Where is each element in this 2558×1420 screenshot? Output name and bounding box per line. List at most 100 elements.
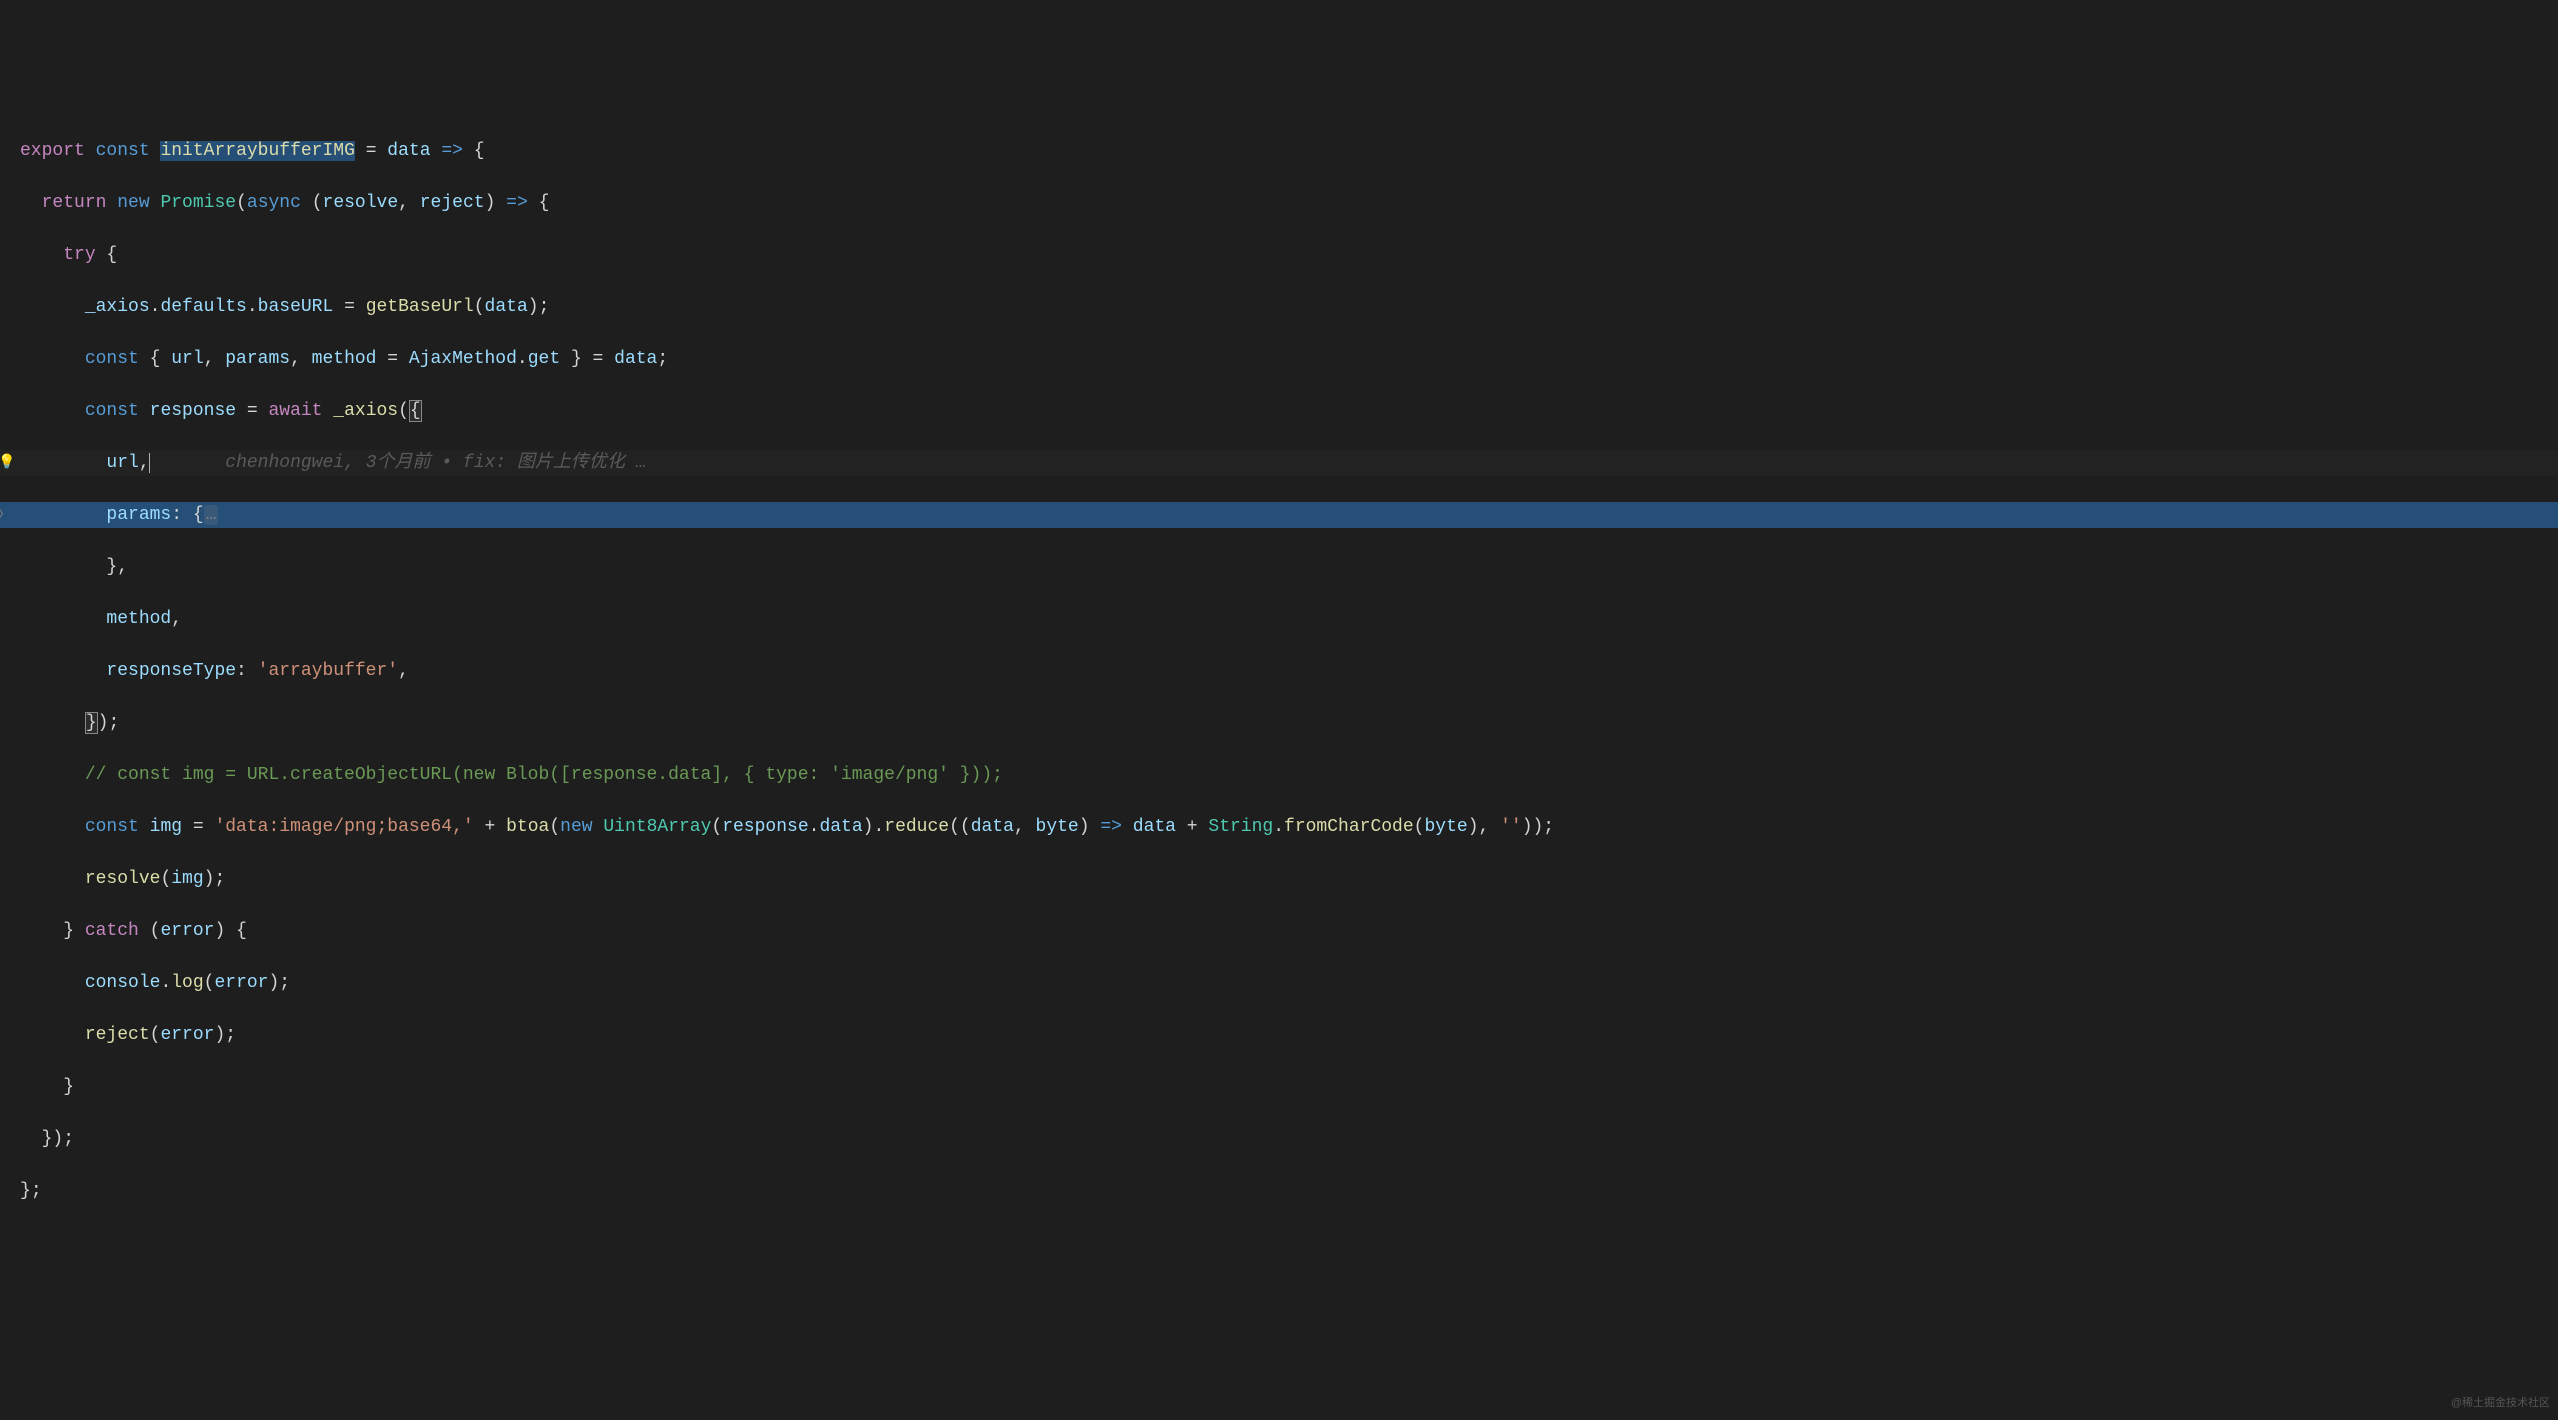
function-call: getBaseUrl [366,297,474,317]
variable: data [485,297,528,317]
paren: ( [549,817,560,837]
indent [20,1077,63,1097]
paren: ) [214,921,236,941]
arrow: => [506,193,528,213]
code-line[interactable]: } catch (error) { [0,918,2558,944]
code-line[interactable]: console.log(error); [0,970,2558,996]
brace: { [139,349,171,369]
indent [20,453,106,473]
dot: . [247,297,258,317]
brace: } [42,1129,53,1149]
indent [20,193,42,213]
paren: ), [1468,817,1500,837]
variable: data [614,349,657,369]
space [139,817,150,837]
indent [20,765,85,785]
indent [20,1025,85,1045]
dot: . [160,973,171,993]
parameter: resolve [323,193,399,213]
code-line[interactable]: const img = 'data:image/png;base64,' + b… [0,814,2558,840]
keyword-const: const [85,401,139,421]
paren: )); [1522,817,1554,837]
keyword-const: const [85,349,139,369]
code-line[interactable]: const { url, params, method = AjaxMethod… [0,346,2558,372]
property: url [106,453,138,473]
paren: ( [236,193,247,213]
function-call: btoa [506,817,549,837]
brace: { [96,245,118,265]
code-line[interactable]: reject(error); [0,1022,2558,1048]
code-line[interactable]: } [0,1074,2558,1100]
fold-ellipsis[interactable]: … [204,505,219,525]
keyword-catch: catch [85,921,139,941]
indent [20,297,85,317]
arrow: => [1100,817,1122,837]
spacing [150,453,226,473]
indent [20,713,85,733]
indent [20,609,106,629]
function-call: reduce [884,817,949,837]
dot: . [873,817,884,837]
code-line-highlighted[interactable]: 〉 params: {… [0,502,2558,528]
paren: ) [1079,817,1101,837]
space [1122,817,1133,837]
code-line[interactable]: resolve(img); [0,866,2558,892]
operator: = [355,141,387,161]
property: baseURL [258,297,334,317]
paren: ) [204,869,215,889]
brace-match: } [85,712,98,734]
code-line[interactable]: method, [0,606,2558,632]
code-line-active[interactable]: 💡 url, chenhongwei, 3个月前 • fix: 图片上传优化 … [0,450,2558,476]
indent [20,557,106,577]
indent [20,349,85,369]
brace: } [20,1181,31,1201]
keyword-const: const [96,141,150,161]
brace: } [106,557,117,577]
code-line[interactable]: return new Promise(async (resolve, rejec… [0,190,2558,216]
git-blame-annotation[interactable]: chenhongwei, 3个月前 • fix: 图片上传优化 … [225,453,646,473]
paren: ) [528,297,539,317]
code-line[interactable]: }; [0,1178,2558,1204]
chevron-right-icon[interactable]: 〉 [0,502,10,528]
paren: (( [949,817,971,837]
code-line[interactable]: }); [0,710,2558,736]
dot: . [150,297,161,317]
indent [20,661,106,681]
function-call: resolve [85,869,161,889]
indent [20,245,63,265]
colon: : [236,661,258,681]
property: data [819,817,862,837]
code-line[interactable]: responseType: 'arraybuffer', [0,658,2558,684]
parameter: error [160,921,214,941]
string-literal: '' [1500,817,1522,837]
keyword-export: export [20,141,85,161]
comma: , [117,557,128,577]
paren: ) [863,817,874,837]
semicolon: ; [279,973,290,993]
paren: ) [214,1025,225,1045]
code-line[interactable]: const response = await _axios({ [0,398,2558,424]
paren: ( [474,297,485,317]
keyword-new: new [560,817,592,837]
brace: } [63,921,74,941]
class-name: Uint8Array [603,817,711,837]
brace: { [528,193,550,213]
lightbulb-icon[interactable]: 💡 [0,450,15,476]
code-line[interactable]: export const initArraybufferIMG = data =… [0,138,2558,164]
class-name: String [1208,817,1273,837]
code-line[interactable]: _axios.defaults.baseURL = getBaseUrl(dat… [0,294,2558,320]
code-editor[interactable]: export const initArraybufferIMG = data =… [0,104,2558,1238]
indent [20,869,85,889]
paren: ) [98,713,109,733]
keyword-new: new [117,193,149,213]
property: responseType [106,661,236,681]
paren: ) [268,973,279,993]
variable: url [171,349,203,369]
indent [20,505,106,525]
code-line[interactable]: try { [0,242,2558,268]
paren: ( [301,193,323,213]
code-line[interactable]: }, [0,554,2558,580]
paren: ( [1414,817,1425,837]
code-line[interactable]: }); [0,1126,2558,1152]
code-line[interactable]: // const img = URL.createObjectURL(new B… [0,762,2558,788]
